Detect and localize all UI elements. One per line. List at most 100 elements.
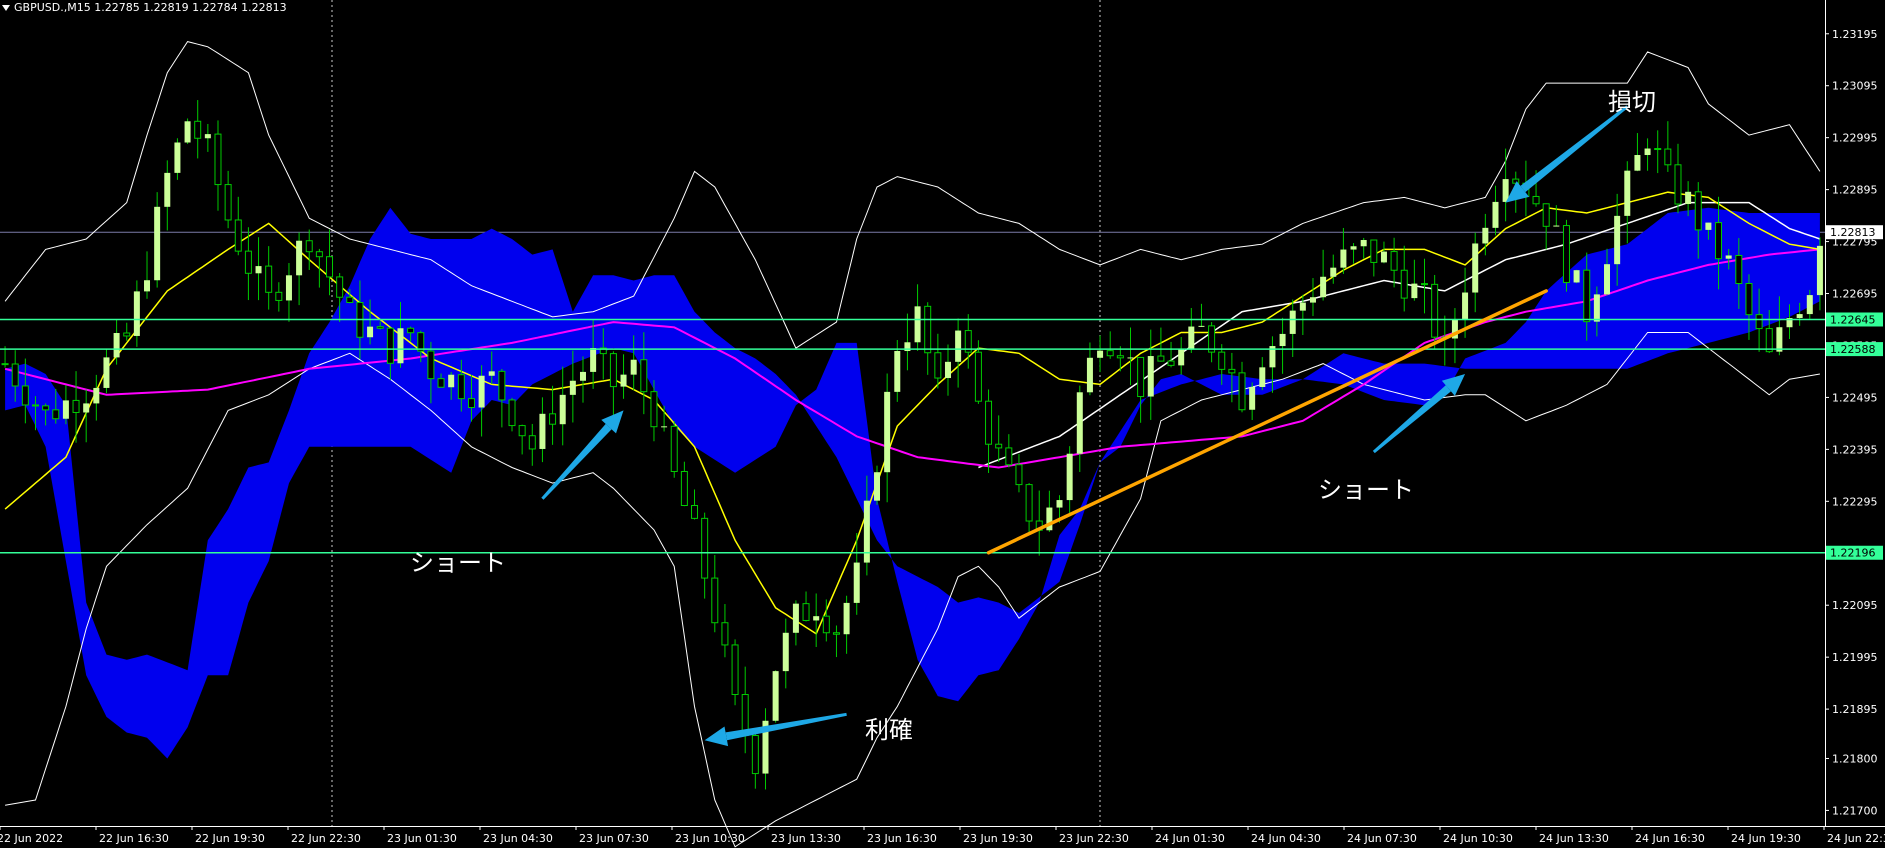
candle-bull [1593,294,1600,322]
candle-bear [224,184,232,221]
price-tick-label: 1.22395 [1832,443,1878,456]
level-marker-2: 1.22196 [1826,545,1883,560]
candle-bear [123,332,131,337]
candle-bull [884,391,891,473]
candle-bull [1056,500,1063,508]
candle-bull [782,632,789,672]
candle-bear [1715,222,1723,260]
candle-bear [42,405,50,411]
time-tick-label: 22 Jun 2022 [0,832,63,845]
time-tick-label: 22 Jun 19:30 [195,832,265,845]
level-marker-1: 1.22588 [1826,342,1883,357]
candle-bull [1411,283,1418,299]
candle-bear [21,385,29,406]
candle-bear [1137,356,1145,398]
candle-bear [346,296,354,303]
candle-bear [1116,355,1124,359]
price-tick-label: 1.21800 [1832,752,1878,765]
candle-bull [83,403,90,413]
candle-bull [630,359,637,375]
price-tick-label: 1.23095 [1832,80,1878,93]
price-chart[interactable]: 1.231951.230951.229951.228951.227951.226… [0,0,1885,848]
candle-bear [508,399,516,427]
candle-bear [528,435,536,450]
candle-bull [296,240,303,276]
candle-bull [539,413,546,449]
candle-bear [234,219,242,252]
candle-bear [832,632,840,635]
candle-bear [701,517,709,579]
candle-bull [661,426,668,428]
candle-bear [1,363,9,366]
candle-bull [1289,310,1296,334]
candle-bear [326,256,334,278]
candle-bear [731,644,739,696]
price-tick-label: 1.23195 [1832,28,1878,41]
candle-bull [174,142,181,173]
candle-bull [1482,227,1489,244]
candle-bear [1218,351,1226,370]
candle-bear [1400,269,1408,299]
candle-bull [620,374,627,387]
candle-bear [31,404,39,407]
candle-bear [670,425,678,473]
candle-bull [590,348,597,372]
candle-bear [336,276,344,298]
symbol-header[interactable]: GBPUSD.,M15 1.22785 1.22819 1.22784 1.22… [2,1,287,14]
candle-bear [1228,368,1236,374]
price-tick-label: 1.22995 [1832,132,1878,145]
candle-bear [1735,254,1743,285]
time-tick-label: 23 Jun 01:30 [387,832,457,845]
candle-bull [874,472,881,501]
candle-bull [955,330,962,362]
level-marker-1-label: 1.22588 [1830,343,1876,356]
candle-bull [1462,292,1469,321]
candle-bear [1157,355,1165,362]
candle-bear [417,332,425,352]
candle-bear [467,398,475,408]
stop-loss-label: 損切 [1608,88,1656,116]
candle-bull [944,361,951,379]
candle-bull [133,291,140,336]
candle-bull [1350,246,1357,250]
candle-bear [437,378,445,388]
price-tick-label: 1.22895 [1832,184,1878,197]
candle-bull [853,562,860,603]
time-tick-label: 23 Jun 13:30 [771,832,841,845]
candle-bull [1806,295,1813,315]
candle-bull [1340,249,1347,268]
candle-bear [995,443,1003,449]
candle-bull [1127,357,1134,359]
candle-bear [985,400,993,445]
dropdown-triangle-icon[interactable] [2,5,10,11]
candle-bear [1583,269,1591,323]
candle-bull [184,121,191,143]
candle-bear [1005,447,1013,466]
time-tick-label: 24 Jun 04:30 [1251,832,1321,845]
candle-bear [1370,239,1378,263]
candle-bull [843,602,850,635]
candle-bear [721,622,729,646]
candle-bull [397,328,404,364]
candle-bear [1654,148,1662,151]
time-tick-label: 24 Jun 13:30 [1539,832,1609,845]
candle-bull [1147,356,1154,397]
candle-bull [569,380,576,395]
candle-bear [1562,225,1570,283]
candle-bear [711,577,719,624]
candle-bull [1097,350,1104,358]
candle-bull [1279,333,1286,347]
candle-bear [549,413,557,425]
candle-bull [1188,326,1195,349]
candle-bull [579,371,586,381]
price-tick-label: 1.22295 [1832,495,1878,508]
candle-bear [1765,328,1773,353]
candle-bull [772,671,779,721]
candle-bear [457,374,465,400]
price-tick-label: 1.22495 [1832,391,1878,404]
candle-bull [914,306,921,343]
candle-bull [1066,453,1073,501]
candle-bull [367,326,374,338]
candle-bull [1076,392,1083,454]
time-tick-label: 23 Jun 16:30 [867,832,937,845]
